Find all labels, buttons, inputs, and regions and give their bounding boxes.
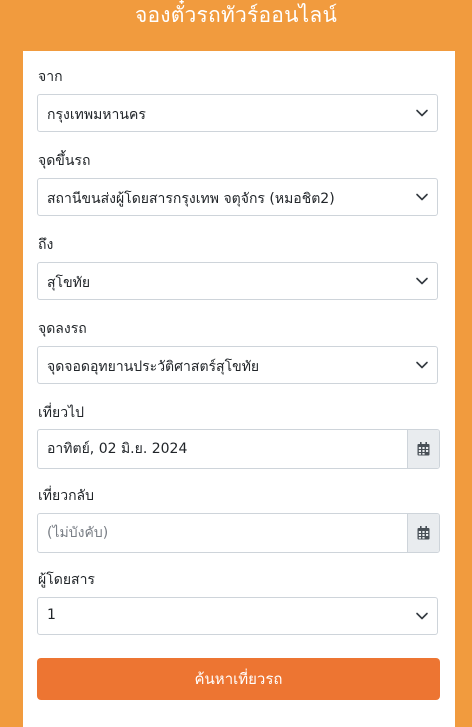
origin-label: จาก xyxy=(38,69,63,85)
pickup-value: สถานีขนส่งผู้โดยสารกรุงเทพ จตุจักร (หมอช… xyxy=(47,191,335,207)
destination-value: สุโขทัย xyxy=(47,275,91,291)
search-trips-button[interactable]: ค้นหาเที่ยวรถ xyxy=(37,658,440,700)
origin-select[interactable]: กรุงเทพมหานคร xyxy=(37,94,438,132)
chevron-down-icon xyxy=(416,277,428,285)
booking-form: จาก กรุงเทพมหานคร จุดขึ้นรถ สถานีขนส่งผู… xyxy=(23,51,455,727)
calendar-icon xyxy=(417,442,430,456)
return-date-input[interactable] xyxy=(38,514,408,552)
return-calendar-button[interactable] xyxy=(407,514,439,552)
dropoff-label: จุดลงรถ xyxy=(38,321,87,337)
dropoff-select[interactable]: จุดจอดอุทยานประวัติศาสตร์สุโขทัย xyxy=(37,346,438,384)
passengers-select[interactable]: 1 xyxy=(37,597,438,635)
calendar-icon xyxy=(417,526,430,540)
destination-label: ถึง xyxy=(38,237,54,253)
pickup-label: จุดขึ้นรถ xyxy=(38,153,91,169)
passengers-label: ผู้โดยสาร xyxy=(38,572,95,588)
page-title: จองตั๋วรถทัวร์ออนไลน์ xyxy=(134,3,338,27)
passengers-value: 1 xyxy=(47,607,56,623)
dropoff-value: จุดจอดอุทยานประวัติศาสตร์สุโขทัย xyxy=(47,359,260,375)
return-date-group xyxy=(37,513,440,553)
pickup-select[interactable]: สถานีขนส่งผู้โดยสารกรุงเทพ จตุจักร (หมอช… xyxy=(37,178,438,216)
departure-date-input[interactable] xyxy=(38,430,408,468)
chevron-down-icon xyxy=(416,109,428,117)
chevron-down-icon xyxy=(416,193,428,201)
departure-calendar-button[interactable] xyxy=(407,430,439,468)
chevron-down-icon xyxy=(416,612,428,620)
departure-label: เที่ยวไป xyxy=(38,405,85,421)
origin-value: กรุงเทพมหานคร xyxy=(47,107,146,123)
destination-select[interactable]: สุโขทัย xyxy=(37,262,438,300)
return-label: เที่ยวกลับ xyxy=(38,488,95,504)
departure-date-group xyxy=(37,429,440,469)
chevron-down-icon xyxy=(416,361,428,369)
